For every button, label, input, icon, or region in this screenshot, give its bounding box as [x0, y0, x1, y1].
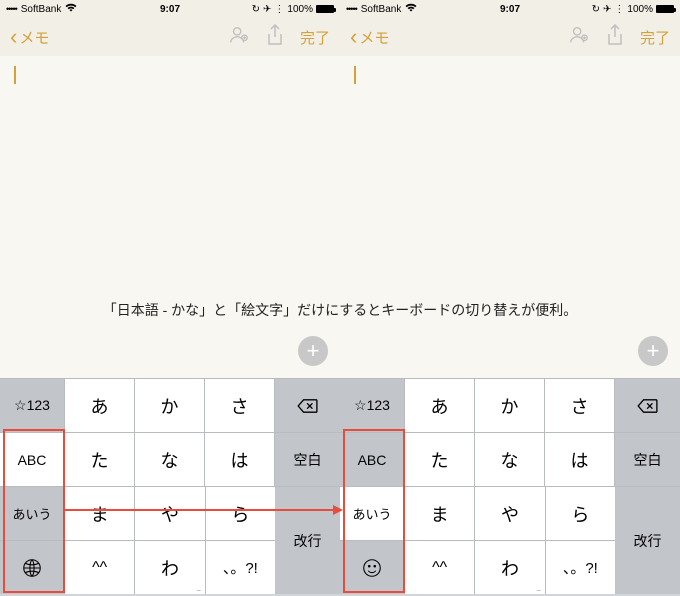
share-icon[interactable]: [266, 24, 284, 51]
key-space[interactable]: 空白: [615, 433, 680, 486]
note-editor[interactable]: +: [0, 56, 340, 378]
done-button[interactable]: 完了: [300, 27, 330, 48]
nav-bar: ‹ メモ 完了: [0, 18, 340, 56]
carrier: SoftBank: [361, 4, 402, 15]
key-a[interactable]: あ: [65, 379, 135, 432]
chevron-left-icon: ‹: [350, 26, 357, 48]
wifi-icon: [405, 3, 417, 15]
key-backspace[interactable]: [615, 379, 680, 432]
key-sa[interactable]: さ: [205, 379, 275, 432]
add-button[interactable]: +: [638, 336, 668, 366]
highlight-left: [3, 429, 65, 593]
person-add-icon[interactable]: [228, 24, 250, 51]
key-na[interactable]: な: [475, 433, 545, 486]
key-emo[interactable]: ^^: [405, 541, 475, 594]
key-ta[interactable]: た: [65, 433, 135, 486]
key-a[interactable]: あ: [405, 379, 475, 432]
key-num[interactable]: ☆123: [0, 379, 65, 432]
key-emo[interactable]: ^^: [65, 541, 135, 594]
key-ka[interactable]: か: [475, 379, 545, 432]
highlight-right: [343, 429, 405, 593]
key-ka[interactable]: か: [135, 379, 205, 432]
carrier: SoftBank: [21, 4, 62, 15]
nav-bar: ‹ メモ 完了: [340, 18, 680, 56]
key-return[interactable]: 改行: [275, 486, 340, 594]
key-ha[interactable]: は: [545, 433, 615, 486]
refresh-icon: ↻: [252, 4, 260, 15]
key-ha[interactable]: は: [205, 433, 275, 486]
battery-icon: [316, 5, 334, 13]
key-num[interactable]: ☆123: [340, 379, 405, 432]
key-ta[interactable]: た: [405, 433, 475, 486]
person-add-icon[interactable]: [568, 24, 590, 51]
arrow-icon: [65, 505, 343, 515]
key-ra[interactable]: ら: [546, 487, 615, 540]
key-space[interactable]: 空白: [275, 433, 340, 486]
key-wa[interactable]: わ_: [475, 541, 545, 594]
status-bar: ••••• SoftBank 9:07 ↻ ✈ ⋮ 100%: [0, 0, 340, 18]
key-punct[interactable]: 、。?!: [206, 541, 275, 594]
done-button[interactable]: 完了: [640, 27, 670, 48]
back-button[interactable]: ‹ メモ: [10, 26, 49, 48]
bluetooth-icon: ⋮: [274, 4, 284, 15]
text-cursor: [14, 66, 16, 84]
signal-dots: •••••: [346, 4, 357, 14]
key-na[interactable]: な: [135, 433, 205, 486]
location-icon: ✈: [603, 4, 611, 15]
status-bar: ••••• SoftBank 9:07 ↻ ✈ ⋮ 100%: [340, 0, 680, 18]
key-sa[interactable]: さ: [545, 379, 615, 432]
key-backspace[interactable]: [275, 379, 340, 432]
key-punct[interactable]: 、。?!: [546, 541, 615, 594]
wifi-icon: [65, 3, 77, 15]
back-button[interactable]: ‹ メモ: [350, 26, 389, 48]
clock: 9:07: [160, 4, 180, 15]
caption-text: 「日本語 - かな」と「絵文字」だけにするとキーボードの切り替えが便利。: [0, 300, 680, 320]
bluetooth-icon: ⋮: [614, 4, 624, 15]
add-button[interactable]: +: [298, 336, 328, 366]
key-ya[interactable]: や: [475, 487, 545, 540]
key-wa[interactable]: わ_: [135, 541, 205, 594]
back-label: メモ: [359, 27, 389, 48]
back-label: メモ: [19, 27, 49, 48]
battery-pct: 100%: [287, 4, 313, 15]
signal-dots: •••••: [6, 4, 17, 14]
battery-pct: 100%: [627, 4, 653, 15]
note-editor[interactable]: +: [340, 56, 680, 378]
key-ma[interactable]: ま: [405, 487, 475, 540]
location-icon: ✈: [263, 4, 271, 15]
battery-icon: [656, 5, 674, 13]
share-icon[interactable]: [606, 24, 624, 51]
chevron-left-icon: ‹: [10, 26, 17, 48]
text-cursor: [354, 66, 356, 84]
refresh-icon: ↻: [592, 4, 600, 15]
key-return[interactable]: 改行: [615, 486, 680, 594]
clock: 9:07: [500, 4, 520, 15]
